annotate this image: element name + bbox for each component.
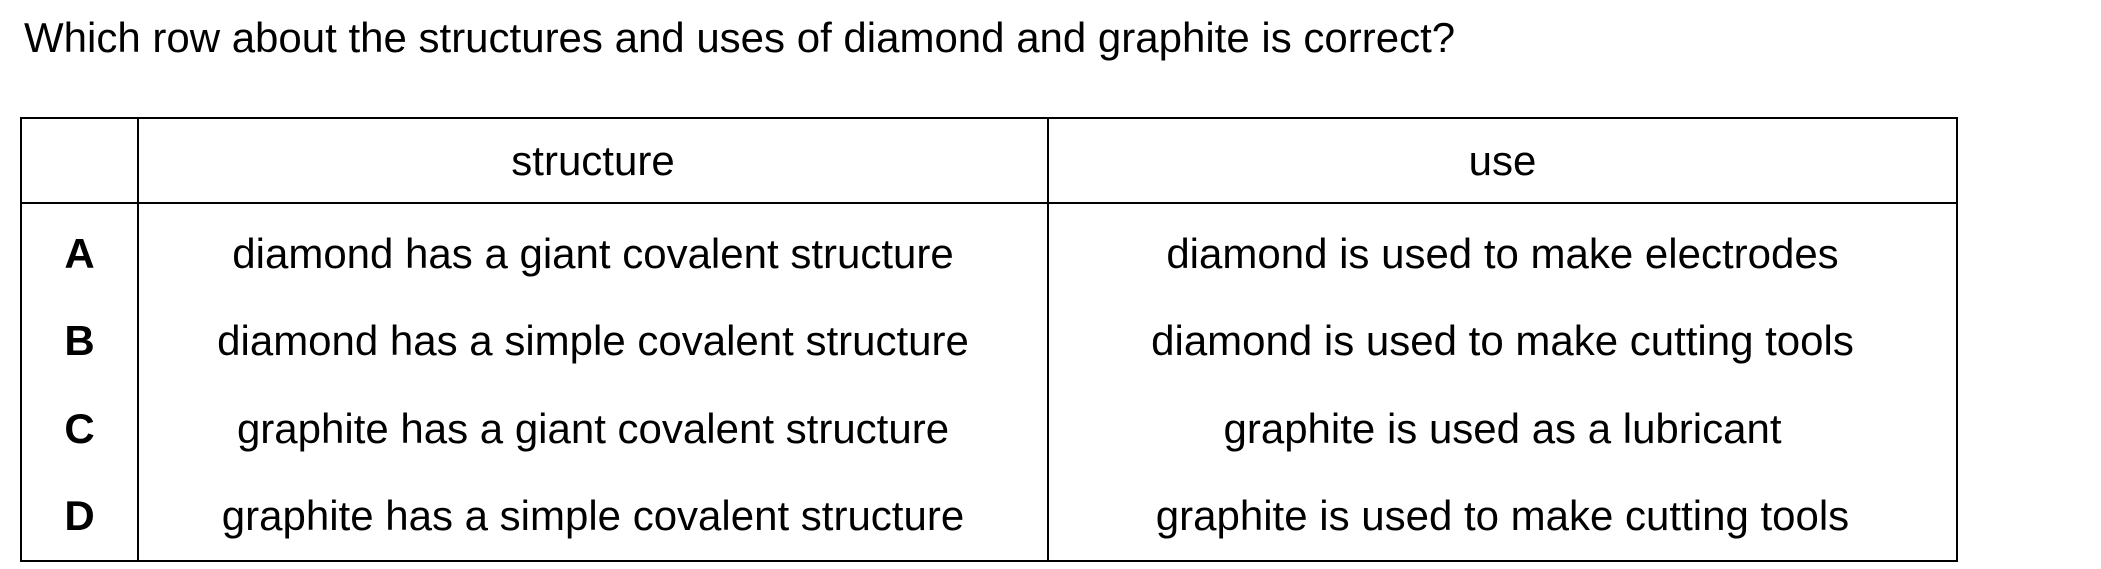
structure-cell: diamond has a giant covalent structure	[137, 203, 1048, 298]
table-row: A diamond has a giant covalent structure…	[21, 203, 1957, 298]
option-key-d: D	[64, 492, 95, 540]
option-key-c: C	[64, 404, 95, 452]
use-cell: graphite is used to make cutting tools	[1047, 472, 1957, 561]
question-text: Which row about the structures and uses …	[24, 14, 1456, 61]
use-cell: diamond is used to make electrodes	[1047, 203, 1957, 298]
structure-cell: graphite has a simple covalent structure	[137, 472, 1048, 561]
table-row: B diamond has a simple covalent structur…	[21, 297, 1957, 385]
structure-cell: diamond has a simple covalent structure	[137, 297, 1048, 385]
header-key	[21, 118, 138, 204]
header-use: use	[1047, 118, 1957, 204]
use-cell: diamond is used to make cutting tools	[1047, 297, 1957, 385]
table-header-row: structure use	[21, 118, 1957, 204]
option-key-a: A	[64, 229, 95, 277]
table-row: D graphite has a simple covalent structu…	[21, 472, 1957, 561]
answer-table: structure use A diamond has a giant cova…	[20, 117, 1958, 562]
table-row: C graphite has a giant covalent structur…	[21, 385, 1957, 473]
use-cell: graphite is used as a lubricant	[1047, 385, 1957, 473]
header-structure: structure	[137, 118, 1048, 204]
structure-cell: graphite has a giant covalent structure	[137, 385, 1048, 473]
option-key-b: B	[64, 317, 95, 365]
